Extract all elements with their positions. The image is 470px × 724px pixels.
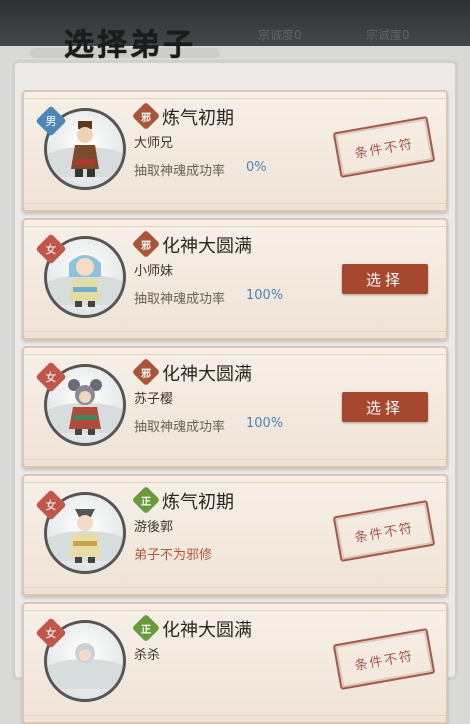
extract-rate-label: 抽取神魂成功率	[134, 292, 226, 307]
condition-not-met-stamp: 条件不符	[332, 116, 436, 178]
gender-female-icon: 女	[35, 489, 67, 521]
disciple-portrait-icon	[71, 121, 99, 177]
disciple-card: 女 邪 化神大圆满 苏子樱 抽取神魂成功率 100% 选择	[22, 346, 448, 468]
gender-female-icon: 女	[35, 361, 67, 393]
disciple-name: 游後郭	[134, 520, 174, 535]
righteous-alignment-icon: 正	[131, 485, 161, 515]
disciple-card: 男 邪 炼气初期 大师兄 抽取神魂成功率 0% 条件不符	[22, 90, 448, 212]
disciple-card: 女 正 化神大圆满 杀杀 条件不符	[22, 602, 448, 724]
ineligible-reason: 弟子不为邪修	[134, 548, 213, 563]
header-banner: 选择弟子	[0, 8, 470, 63]
condition-not-met-stamp: 条件不符	[332, 500, 436, 562]
gender-female-icon: 女	[35, 233, 67, 265]
evil-alignment-icon: 邪	[131, 101, 161, 131]
evil-alignment-icon: 邪	[131, 229, 161, 259]
cultivation-realm: 炼气初期	[162, 492, 234, 513]
cultivation-realm: 化神大圆满	[162, 364, 252, 385]
disciple-portrait-icon	[75, 643, 95, 663]
disciple-card: 女 邪 化神大圆满 小师妹 抽取神魂成功率 100% 选择	[22, 218, 448, 340]
righteous-alignment-icon: 正	[131, 613, 161, 643]
disciple-portrait-icon	[68, 379, 102, 435]
disciple-name: 大师兄	[134, 136, 174, 151]
disciple-name: 苏子樱	[134, 392, 174, 407]
disciple-portrait-icon	[69, 255, 101, 307]
cultivation-realm: 炼气初期	[162, 108, 234, 129]
extract-rate-label: 抽取神魂成功率	[134, 164, 226, 179]
evil-alignment-icon: 邪	[131, 357, 161, 387]
condition-not-met-stamp: 条件不符	[332, 628, 436, 690]
select-button[interactable]: 选择	[342, 392, 428, 422]
extract-rate-label: 抽取神魂成功率	[134, 420, 226, 435]
page-title: 选择弟子	[64, 28, 196, 63]
disciple-card: 女 正 炼气初期 游後郭 弟子不为邪修 条件不符	[22, 474, 448, 596]
extract-rate-value: 100%	[246, 288, 284, 303]
cultivation-realm: 化神大圆满	[162, 620, 252, 641]
select-button[interactable]: 选择	[342, 264, 428, 294]
gender-female-icon: 女	[35, 617, 67, 649]
disciple-name: 小师妹	[134, 264, 174, 279]
cultivation-realm: 化神大圆满	[162, 236, 252, 257]
disciple-portrait-icon	[69, 509, 101, 563]
gender-male-icon: 男	[35, 105, 67, 137]
extract-rate-value: 100%	[246, 416, 284, 431]
disciple-name: 杀杀	[134, 648, 161, 663]
extract-rate-value: 0%	[246, 160, 267, 175]
